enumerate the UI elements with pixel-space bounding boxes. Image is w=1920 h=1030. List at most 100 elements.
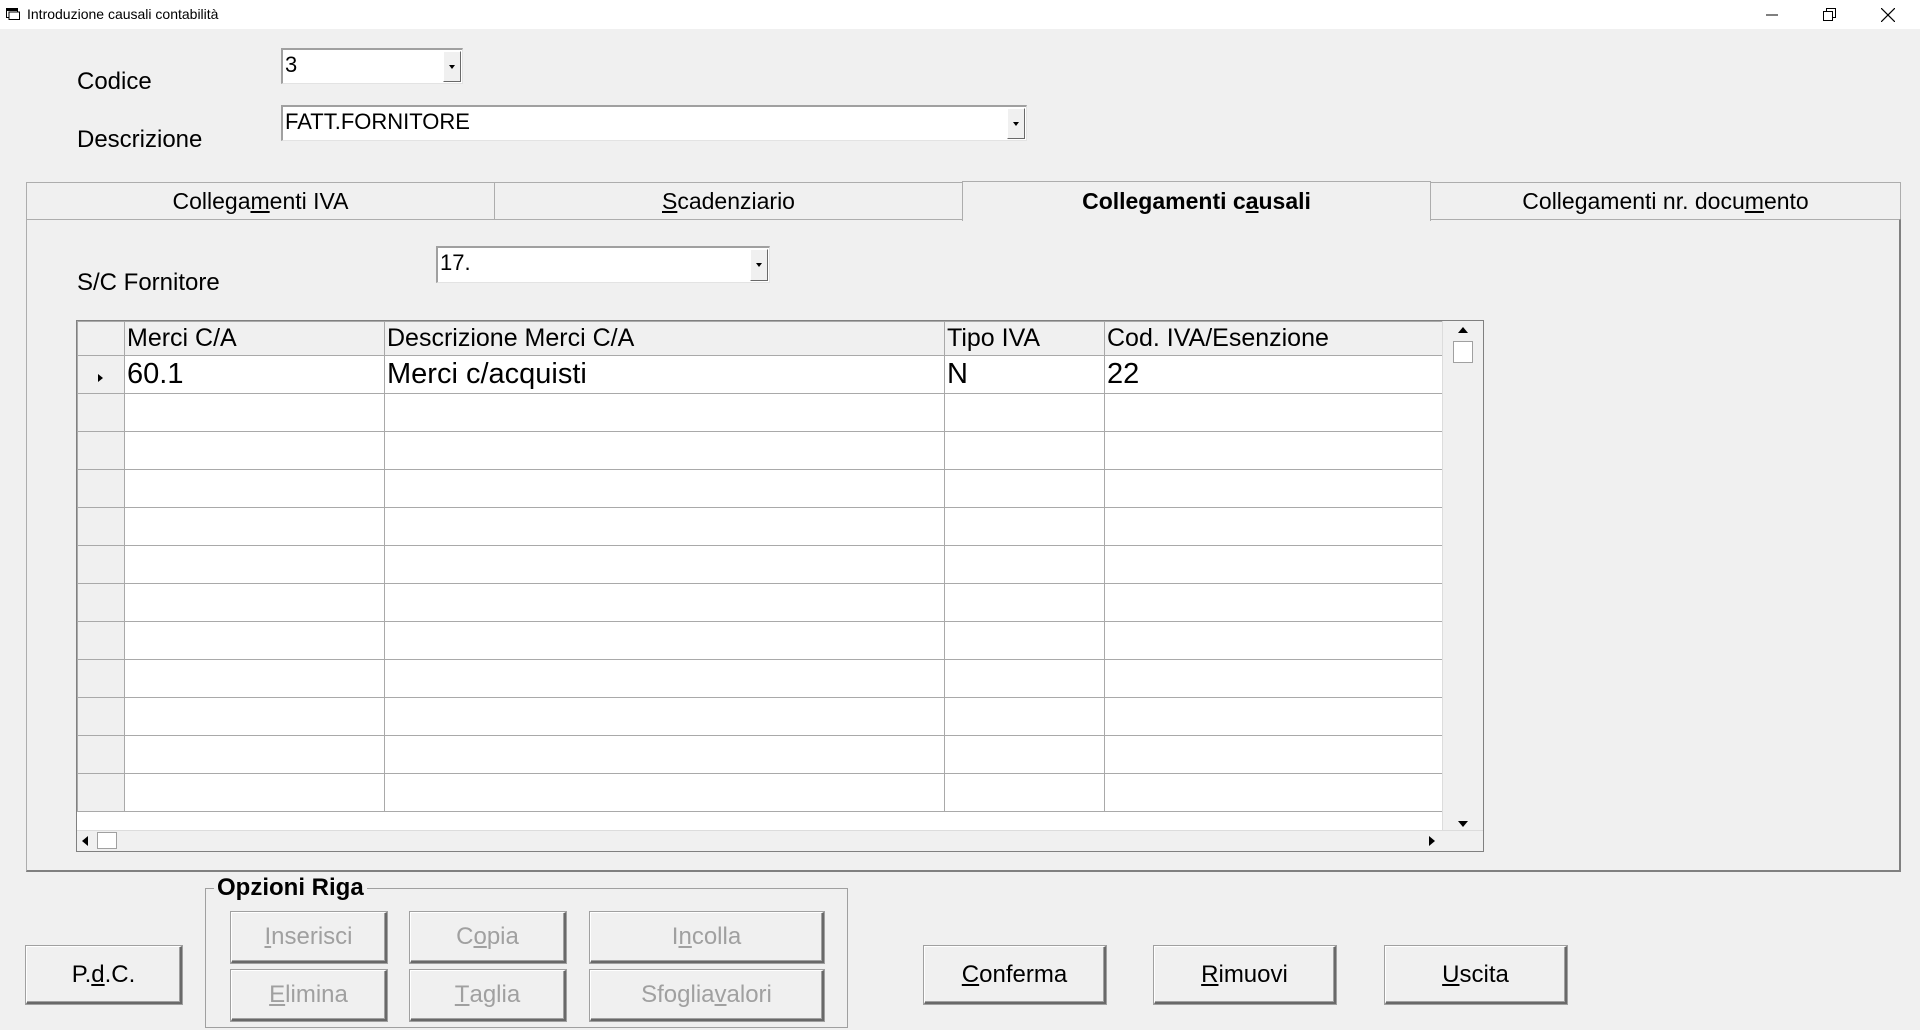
row-selector[interactable] (77, 431, 125, 470)
cell-merci[interactable] (124, 773, 385, 812)
cell-merci[interactable] (124, 621, 385, 660)
rimuovi-button[interactable]: Rimuovi (1154, 946, 1336, 1004)
cell-cod-iva[interactable] (1104, 735, 1445, 774)
cell-merci[interactable] (124, 507, 385, 546)
cell-descrizione[interactable] (384, 583, 945, 622)
cell-merci[interactable] (124, 393, 385, 432)
taglia-button[interactable]: Taglia (410, 970, 566, 1021)
cell-cod-iva[interactable] (1104, 773, 1445, 812)
vertical-scroll-thumb[interactable] (1453, 341, 1473, 363)
pdc-button[interactable]: P. d .C. (26, 946, 182, 1004)
cell-tipo-iva[interactable] (944, 431, 1105, 470)
cell-cod-iva[interactable] (1104, 431, 1445, 470)
column-header-cod-iva[interactable]: Cod. IVA/Esenzione (1104, 321, 1445, 356)
sfoglia-valori-button[interactable]: Sfoglia v alori (590, 970, 824, 1021)
descrizione-combo[interactable]: FATT.FORNITORE (281, 105, 1027, 141)
horizontal-scrollbar[interactable] (77, 830, 1483, 851)
copia-button[interactable]: Co pia (410, 912, 566, 963)
chevron-down-icon[interactable] (1007, 108, 1025, 139)
sc-fornitore-combo[interactable]: 17. (436, 246, 770, 283)
data-grid[interactable]: Merci C/A Descrizione Merci C/A Tipo IVA… (76, 320, 1484, 852)
cell-cod-iva[interactable] (1104, 393, 1445, 432)
cell-tipo-iva[interactable] (944, 659, 1105, 698)
cell-tipo-iva[interactable] (944, 583, 1105, 622)
tab-collegamenti-iva[interactable]: Collega m enti IVA (26, 182, 495, 220)
tab-collegamenti-causali[interactable]: Collegamenti c a usali (962, 181, 1431, 221)
cell-merci[interactable] (124, 697, 385, 736)
cell-tipo-iva[interactable] (944, 507, 1105, 546)
elimina-button[interactable]: Elimina (231, 970, 387, 1021)
cell-descrizione[interactable] (384, 393, 945, 432)
cell-cod-iva[interactable] (1104, 659, 1445, 698)
incolla-button[interactable]: In colla (590, 912, 824, 963)
chevron-down-icon[interactable] (443, 51, 461, 82)
vertical-scrollbar[interactable] (1442, 321, 1483, 831)
cell-cod-iva[interactable]: 22 (1104, 355, 1445, 394)
row-selector[interactable] (77, 393, 125, 432)
close-button[interactable] (1859, 0, 1917, 29)
table-row[interactable] (77, 469, 1445, 508)
cell-merci[interactable] (124, 735, 385, 774)
horizontal-scroll-thumb[interactable] (97, 832, 117, 849)
column-header-tipo-iva[interactable]: Tipo IVA (944, 321, 1105, 356)
cell-tipo-iva[interactable] (944, 697, 1105, 736)
table-row[interactable] (77, 393, 1445, 432)
cell-descrizione[interactable] (384, 507, 945, 546)
cell-tipo-iva[interactable] (944, 469, 1105, 508)
scroll-right-icon[interactable] (1429, 836, 1435, 846)
cell-tipo-iva[interactable] (944, 773, 1105, 812)
inserisci-button[interactable]: Inserisci (231, 912, 387, 963)
cell-descrizione[interactable] (384, 621, 945, 660)
cell-tipo-iva[interactable] (944, 393, 1105, 432)
cell-cod-iva[interactable] (1104, 621, 1445, 660)
cell-cod-iva[interactable] (1104, 469, 1445, 508)
cell-cod-iva[interactable] (1104, 583, 1445, 622)
conferma-button[interactable]: Conferma (924, 946, 1106, 1004)
cell-tipo-iva[interactable] (944, 735, 1105, 774)
table-row[interactable] (77, 697, 1445, 736)
cell-tipo-iva[interactable]: N (944, 355, 1105, 394)
cell-cod-iva[interactable] (1104, 545, 1445, 584)
table-row[interactable] (77, 583, 1445, 622)
cell-merci[interactable] (124, 545, 385, 584)
table-row[interactable] (77, 659, 1445, 698)
restore-button[interactable] (1801, 0, 1859, 29)
cell-tipo-iva[interactable] (944, 545, 1105, 584)
chevron-down-icon[interactable] (750, 249, 768, 281)
cell-merci[interactable]: 60.1 (124, 355, 385, 394)
table-row[interactable] (77, 773, 1445, 812)
table-row[interactable] (77, 735, 1445, 774)
codice-combo[interactable]: 3 (281, 48, 463, 84)
cell-descrizione[interactable] (384, 773, 945, 812)
row-selector[interactable] (77, 355, 125, 394)
scroll-up-icon[interactable] (1458, 327, 1468, 333)
uscita-button[interactable]: Uscita (1385, 946, 1567, 1004)
tab-collegamenti-nr-documento[interactable]: Collegamenti nr. docu m ento (1430, 182, 1901, 220)
cell-descrizione[interactable]: Merci c/acquisti (384, 355, 945, 394)
column-header-merci[interactable]: Merci C/A (124, 321, 385, 356)
cell-descrizione[interactable] (384, 469, 945, 508)
table-row[interactable] (77, 507, 1445, 546)
row-selector[interactable] (77, 697, 125, 736)
cell-descrizione[interactable] (384, 735, 945, 774)
cell-merci[interactable] (124, 583, 385, 622)
cell-cod-iva[interactable] (1104, 507, 1445, 546)
row-selector[interactable] (77, 545, 125, 584)
row-selector[interactable] (77, 659, 125, 698)
row-selector[interactable] (77, 773, 125, 812)
table-row[interactable] (77, 545, 1445, 584)
cell-cod-iva[interactable] (1104, 697, 1445, 736)
cell-tipo-iva[interactable] (944, 621, 1105, 660)
row-selector[interactable] (77, 583, 125, 622)
cell-descrizione[interactable] (384, 697, 945, 736)
column-header-descrizione[interactable]: Descrizione Merci C/A (384, 321, 945, 356)
table-row[interactable] (77, 431, 1445, 470)
cell-merci[interactable] (124, 659, 385, 698)
tab-scadenziario[interactable]: Scadenziario (494, 182, 963, 220)
row-selector[interactable] (77, 621, 125, 660)
minimize-button[interactable] (1743, 0, 1801, 29)
cell-merci[interactable] (124, 469, 385, 508)
row-selector[interactable] (77, 469, 125, 508)
table-row[interactable] (77, 621, 1445, 660)
scroll-down-icon[interactable] (1458, 821, 1468, 827)
